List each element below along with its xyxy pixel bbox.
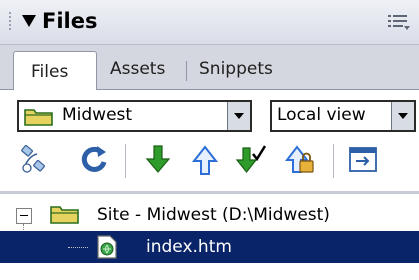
tab-files[interactable]: Files <box>13 51 97 90</box>
collapse-toggle-icon[interactable] <box>16 208 32 224</box>
file-label: index.htm <box>146 237 232 257</box>
toolbar-divider <box>0 191 419 194</box>
get-files-icon[interactable] <box>142 144 176 176</box>
options-menu-icon[interactable] <box>388 14 412 32</box>
panel-tabs: Files Assets Snippets <box>0 45 419 90</box>
tree-row-file[interactable]: index.htm <box>0 231 419 263</box>
site-select-value: Midwest <box>62 105 133 125</box>
tab-files-label: Files <box>31 62 69 82</box>
expand-panel-icon[interactable] <box>346 144 380 176</box>
site-select[interactable]: Midwest <box>17 100 252 132</box>
toolbar-separator <box>333 144 334 178</box>
check-out-icon[interactable] <box>234 144 268 176</box>
tab-snippets-label: Snippets <box>199 59 273 79</box>
tab-assets[interactable]: Assets <box>110 59 165 79</box>
connect-icon[interactable] <box>19 144 53 176</box>
panel-title: Files <box>42 9 98 33</box>
tree-row-site[interactable]: Site - Midwest (D:\Midwest) <box>0 199 419 231</box>
files-panel: Files Files Assets Snippets Midwest Loca… <box>0 0 419 280</box>
tab-assets-label: Assets <box>110 59 166 79</box>
toolbar-separator <box>125 144 126 178</box>
view-dropdown-icon[interactable] <box>391 102 414 130</box>
file-tree[interactable]: Site - Midwest (D:\Midwest) index.htm <box>0 196 419 280</box>
html-file-icon <box>97 235 117 259</box>
site-dropdown-icon[interactable] <box>227 102 250 130</box>
put-files-icon[interactable] <box>189 144 223 176</box>
drag-grip-icon[interactable] <box>9 12 15 34</box>
tab-divider <box>186 61 187 81</box>
collapse-arrow-icon[interactable] <box>22 15 36 27</box>
selector-row: Midwest Local view <box>0 90 419 136</box>
view-select-value: Local view <box>277 105 366 125</box>
panel-title-bar[interactable]: Files <box>0 0 419 45</box>
files-toolbar <box>0 136 419 184</box>
view-select[interactable]: Local view <box>270 100 416 132</box>
tree-connector <box>68 247 88 249</box>
site-folder-icon <box>50 206 79 224</box>
site-root-label: Site - Midwest (D:\Midwest) <box>97 205 330 225</box>
tab-snippets[interactable]: Snippets <box>199 59 273 79</box>
refresh-icon[interactable] <box>78 144 112 176</box>
check-in-icon[interactable] <box>284 144 318 176</box>
folder-icon <box>24 109 53 126</box>
